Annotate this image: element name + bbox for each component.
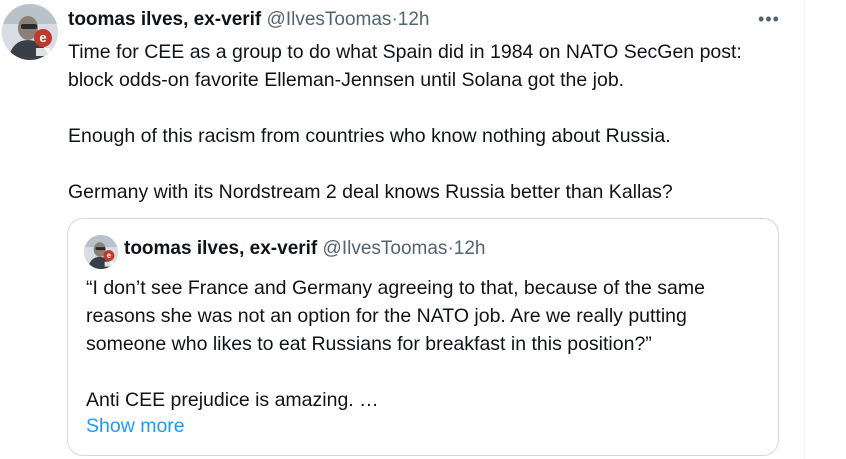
show-more-link[interactable]: Show more	[86, 412, 185, 440]
more-options-icon[interactable]: •••	[758, 9, 780, 29]
author-name[interactable]: toomas ilves, ex-verif	[68, 9, 261, 31]
tweet-text: Time for CEE as a group to do what Spain…	[68, 38, 768, 206]
quoted-tweet-paragraph: “I don’t see France and Germany agreeing…	[86, 277, 705, 355]
tweet-paragraph: Enough of this racism from countries who…	[68, 125, 671, 147]
column-divider	[804, 0, 805, 459]
profile-photo-icon: e	[2, 4, 58, 60]
tweet-paragraph: Germany with its Nordstream 2 deal knows…	[68, 181, 673, 203]
author-handle[interactable]: @IlvesToomas	[267, 9, 392, 31]
tweet-timestamp[interactable]: 12h	[398, 9, 430, 31]
profile-photo-icon: e	[84, 235, 118, 269]
tweet-header: toomas ilves, ex-verif @IlvesToomas · 12…	[68, 8, 429, 32]
quoted-author-avatar[interactable]: e	[84, 235, 118, 269]
quoted-tweet-timestamp: 12h	[453, 238, 486, 259]
quoted-author-name: toomas ilves, ex-verif	[124, 238, 318, 259]
svg-text:e: e	[107, 251, 112, 260]
svg-text:e: e	[39, 30, 46, 45]
quoted-author-handle: @IlvesToomas	[322, 238, 448, 259]
author-avatar[interactable]: e	[2, 4, 58, 60]
quoted-tweet-header: toomas ilves, ex-verif @IlvesToomas · 12…	[124, 236, 485, 262]
quoted-tweet-paragraph: Anti CEE prejudice is amazing. …	[86, 389, 379, 411]
tweet-paragraph: Time for CEE as a group to do what Spain…	[68, 41, 742, 91]
quoted-tweet-text: “I don’t see France and Germany agreeing…	[86, 274, 766, 414]
